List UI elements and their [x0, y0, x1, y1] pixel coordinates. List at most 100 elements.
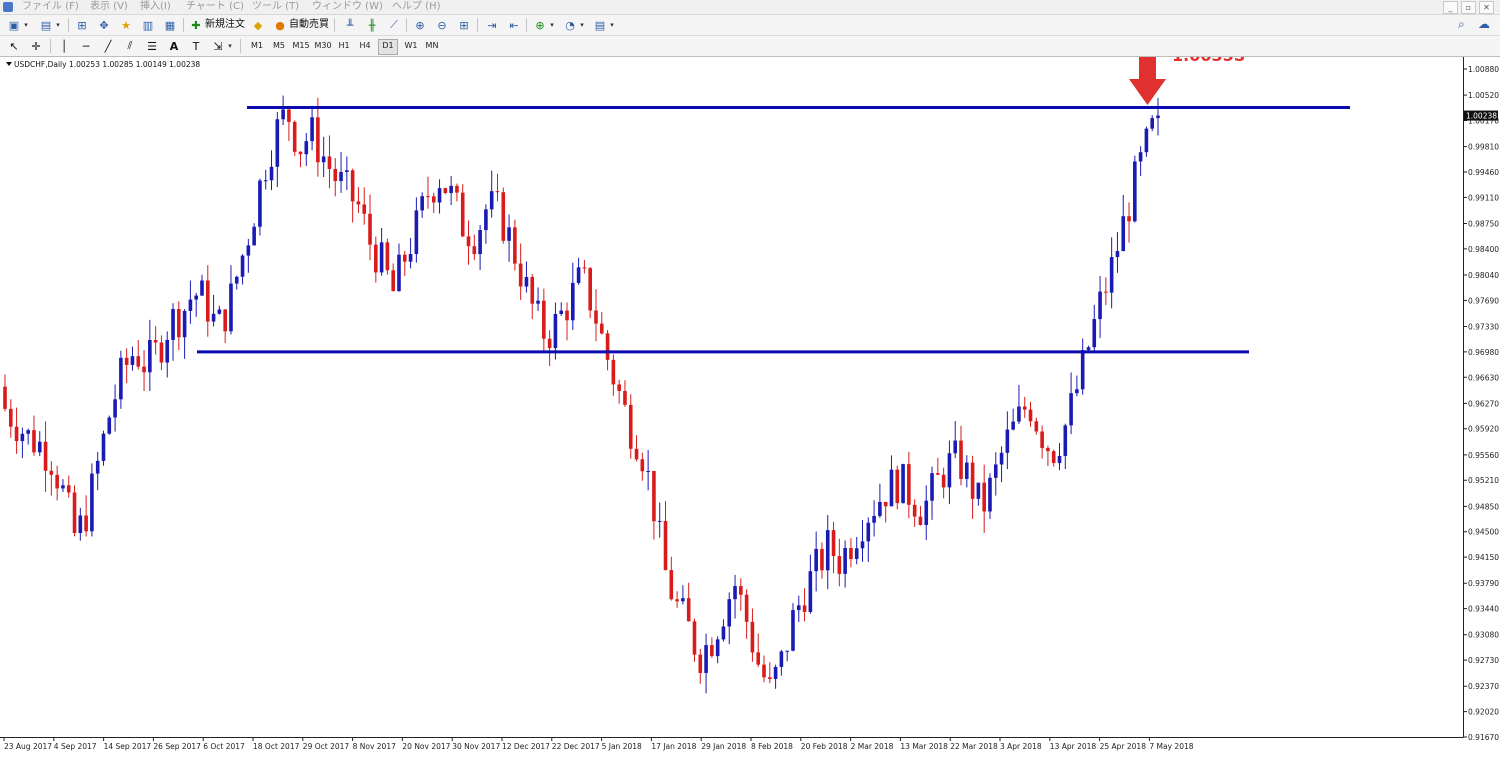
- auto-trade-button[interactable]: 自動売買: [289, 17, 329, 33]
- menu-chart[interactable]: チャート (C): [186, 0, 244, 14]
- horizontal-line-icon[interactable]: ─: [78, 38, 94, 54]
- candle-body: [501, 192, 506, 241]
- market-watch-icon[interactable]: ⊞: [74, 17, 90, 33]
- text-label-icon[interactable]: T: [188, 38, 204, 54]
- equidistant-channel-icon[interactable]: ⫽: [122, 38, 138, 54]
- candle-body: [739, 586, 743, 595]
- candle-body: [779, 651, 784, 667]
- timeframe-m15[interactable]: M15: [290, 39, 312, 53]
- crosshair-icon[interactable]: ✛: [28, 38, 44, 54]
- auto-scroll-icon[interactable]: ⇥: [484, 17, 500, 33]
- timeframe-h4[interactable]: H4: [356, 39, 374, 53]
- chevron-down-icon[interactable]: ▾: [608, 17, 616, 33]
- zoom-in-icon[interactable]: ⊕: [412, 17, 428, 33]
- menu-window[interactable]: ウィンドウ (W): [312, 0, 383, 14]
- menu-help[interactable]: ヘルプ (H): [392, 0, 441, 14]
- restore-icon[interactable]: ▫: [1461, 1, 1476, 14]
- candle-body: [878, 501, 882, 516]
- timeframe-m5[interactable]: M5: [270, 39, 288, 53]
- new-chart-icon[interactable]: ▣: [6, 17, 22, 33]
- candle-body: [941, 474, 946, 488]
- profiles-icon[interactable]: ▤: [38, 17, 54, 33]
- toolbar-divider: [526, 18, 527, 32]
- chart-shift-icon[interactable]: ⇤: [506, 17, 522, 33]
- toolbar-divider: [406, 18, 407, 32]
- data-window-icon[interactable]: ✥: [96, 17, 112, 33]
- menu-file[interactable]: ファイル (F): [22, 0, 79, 14]
- cursor-icon[interactable]: ↖: [6, 38, 22, 54]
- candle-body: [907, 464, 911, 505]
- tile-windows-icon[interactable]: ⊞: [456, 17, 472, 33]
- new-order-icon[interactable]: ✚: [188, 17, 204, 33]
- chevron-down-icon[interactable]: ▾: [578, 17, 586, 33]
- line-chart-icon[interactable]: ⟋: [386, 17, 402, 33]
- timeframe-h1[interactable]: H1: [336, 39, 352, 53]
- candle-body: [211, 313, 216, 322]
- fibonacci-icon[interactable]: ☰: [144, 38, 160, 54]
- y-tick-label: 1.00880: [1468, 65, 1499, 74]
- toolbar-divider: [50, 39, 51, 53]
- candle-body: [1150, 118, 1155, 129]
- minimize-icon[interactable]: _: [1443, 1, 1458, 14]
- candle-body: [547, 338, 552, 349]
- menu-view[interactable]: 表示 (V): [90, 0, 128, 14]
- timeframe-m1[interactable]: M1: [248, 39, 266, 53]
- text-tool-icon[interactable]: A: [166, 38, 182, 54]
- candle-body: [443, 188, 448, 194]
- zoom-out-icon[interactable]: ⊖: [434, 17, 450, 33]
- candle-body: [988, 477, 992, 512]
- periods-icon[interactable]: ◔: [562, 17, 578, 33]
- candle-body: [715, 639, 720, 657]
- timeframe-w1[interactable]: W1: [402, 39, 420, 53]
- menu-insert[interactable]: 挿入(I): [140, 0, 171, 14]
- candle-body: [397, 254, 401, 292]
- auto-trade-icon[interactable]: ●: [272, 17, 288, 33]
- indicators-icon[interactable]: ⊕: [532, 17, 548, 33]
- candle-body: [936, 473, 940, 475]
- close-icon[interactable]: ✕: [1479, 1, 1494, 14]
- arrows-icon[interactable]: ⇲: [210, 38, 226, 54]
- chevron-down-icon[interactable]: ▾: [226, 38, 234, 54]
- candle-body: [391, 270, 395, 292]
- candle-body: [1156, 115, 1160, 119]
- candle-body: [530, 276, 535, 304]
- candle-body: [489, 191, 494, 210]
- candle-body: [837, 556, 842, 574]
- strategy-tester-icon[interactable]: ▦: [162, 17, 178, 33]
- candlestick-icon[interactable]: ╫: [364, 17, 380, 33]
- candle-body: [750, 621, 755, 653]
- menu-tools[interactable]: ツール (T): [252, 0, 299, 14]
- candle-body: [912, 504, 917, 517]
- trendline-icon[interactable]: ╱: [100, 38, 116, 54]
- vertical-line-icon[interactable]: │: [56, 38, 72, 54]
- templates-icon[interactable]: ▤: [592, 17, 608, 33]
- candle-body: [379, 242, 384, 273]
- navigator-icon[interactable]: ★: [118, 17, 134, 33]
- new-order-button[interactable]: 新規注文: [205, 17, 245, 33]
- chevron-down-icon[interactable]: ▾: [54, 17, 62, 33]
- x-tick-label: 23 Aug 2017: [4, 742, 52, 751]
- bar-chart-icon[interactable]: ╨: [342, 17, 358, 33]
- chart-canvas[interactable]: 1.008801.005201.001700.998100.994600.991…: [0, 57, 1500, 757]
- candle-body: [930, 473, 934, 501]
- candle-body: [733, 586, 737, 600]
- search-icon[interactable]: ⌕: [1458, 17, 1465, 32]
- price-chart[interactable]: USDCHF,Daily 1.00253 1.00285 1.00149 1.0…: [0, 57, 1500, 757]
- candle-body: [820, 548, 824, 571]
- candle-body: [536, 300, 540, 304]
- chevron-down-icon[interactable]: ▾: [548, 17, 556, 33]
- candle-body: [339, 172, 343, 182]
- timeframe-mn[interactable]: MN: [422, 39, 442, 53]
- timeframe-d1[interactable]: D1: [378, 39, 398, 55]
- timeframe-m30[interactable]: M30: [312, 39, 334, 53]
- candle-body: [84, 515, 88, 532]
- chevron-down-icon[interactable]: ▾: [22, 17, 30, 33]
- chat-icon[interactable]: ☁: [1478, 17, 1490, 31]
- candle-body: [153, 340, 158, 343]
- terminal-icon[interactable]: ▥: [140, 17, 156, 33]
- candle-body: [345, 170, 349, 173]
- metaeditor-icon[interactable]: ◆: [250, 17, 266, 33]
- candle-body: [698, 654, 703, 673]
- candle-body: [217, 309, 222, 314]
- candle-body: [14, 426, 19, 442]
